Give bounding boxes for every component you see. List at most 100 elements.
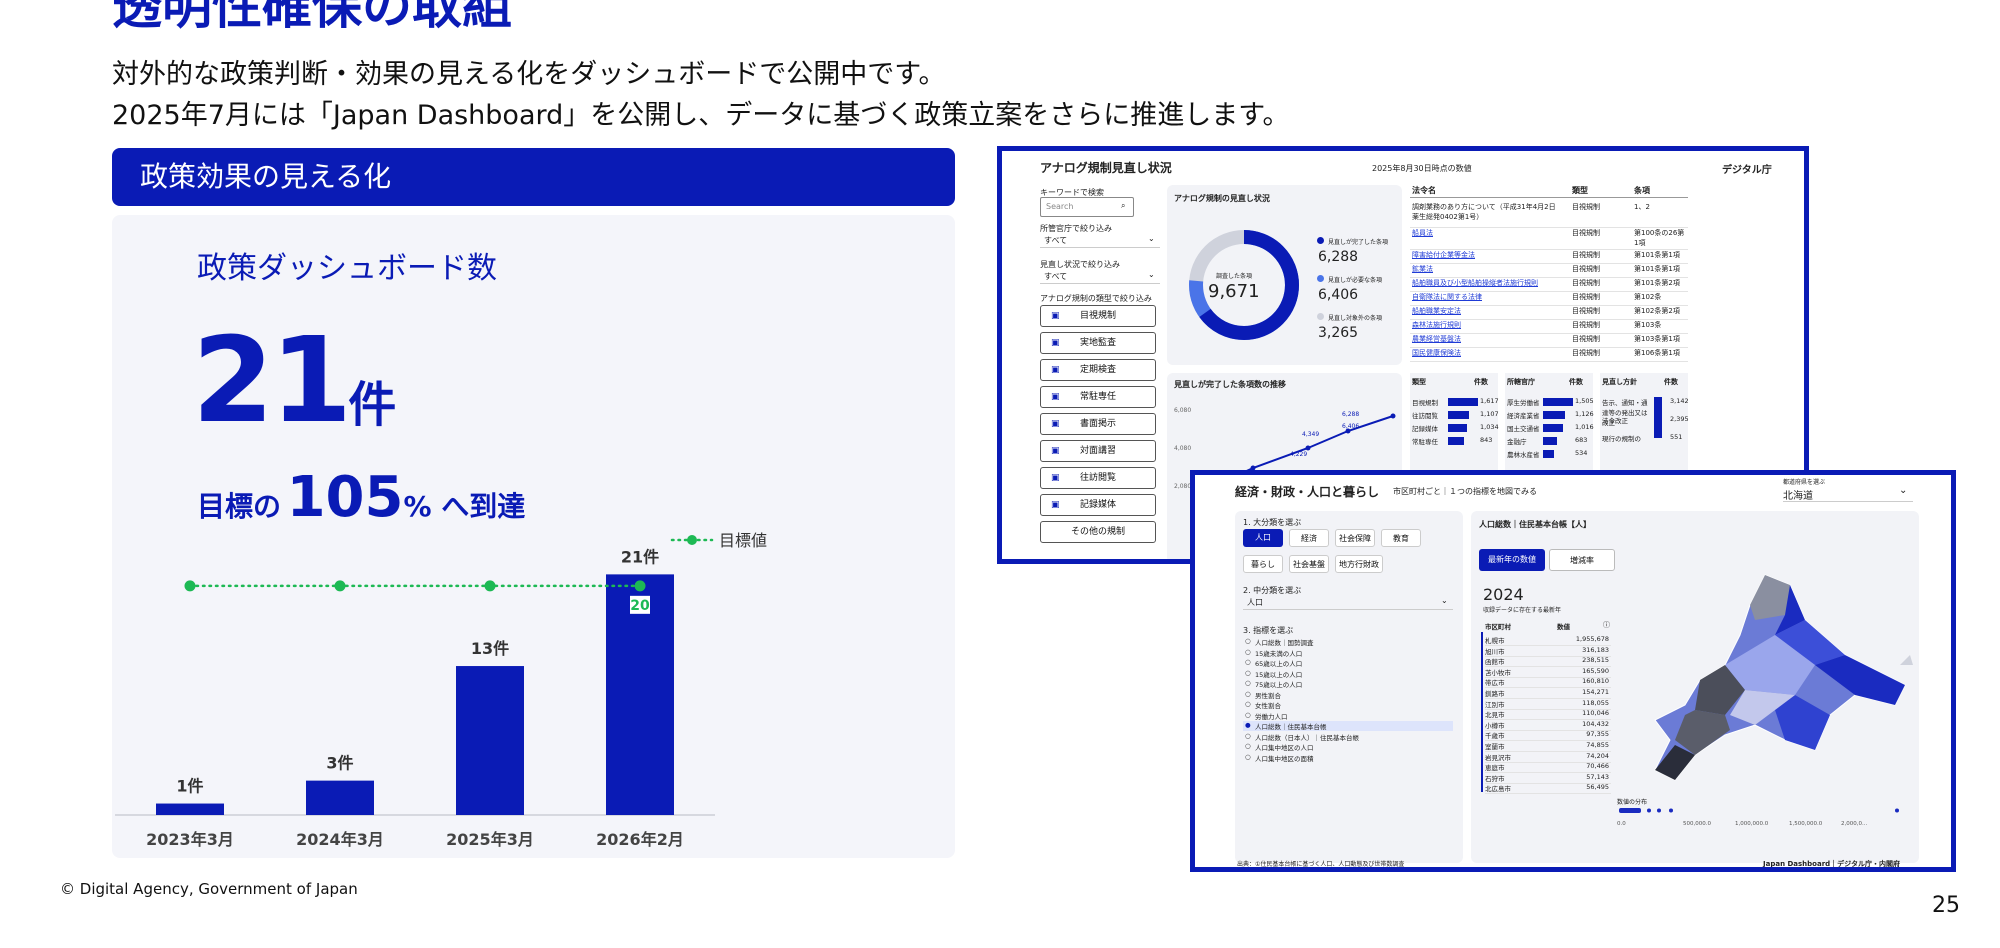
indicator-option[interactable]: ○ 15歳以上の人口 [1243,669,1453,679]
keyword-search-input[interactable]: Search ⌕ [1040,197,1134,217]
city-table-row[interactable]: 恵庭市 70,466 [1485,762,1611,774]
category-chip[interactable]: 教育 [1381,529,1421,547]
city-table-row[interactable]: 札幌市 1,955,678 [1485,635,1611,646]
city-table-row[interactable]: 岩見沢市 74,204 [1485,752,1611,763]
japan-dashboard-screenshot: 経済・財政・人口と暮らし 市区町村ごと｜１つの指標を地図でみる 都道府県を選ぶ … [1190,470,1956,872]
city-table-row[interactable]: 函館市 238,515 [1485,656,1611,668]
law-name[interactable]: 森林法施行規則 [1412,320,1562,334]
law-table-row[interactable]: 鉱業法 目視規制 第101条第1項 [1410,263,1688,278]
regulation-type-button[interactable]: ▣ 対面講習 [1040,440,1156,462]
indicator-option[interactable]: ● 人口総数｜住民基本台帳 [1243,721,1453,731]
summary-row-value: 1,034 [1480,423,1499,431]
law-name[interactable]: 自衛隊法に関する法律 [1412,292,1562,306]
city-table-row[interactable]: 石狩市 57,143 [1485,773,1611,784]
regulation-type-button[interactable]: ▣ 目視規制 [1040,305,1156,327]
filter2-select[interactable]: すべて ⌄ [1040,269,1160,284]
city-table-row[interactable]: 帯広市 160,810 [1485,677,1611,689]
law-table-row[interactable]: 国民健康保険法 目視規制 第106条第1項 [1410,347,1688,362]
regulation-type-label: 往訪閲覧 [1079,473,1116,483]
category-chip[interactable]: 社会基盤 [1289,555,1329,573]
city-table-row[interactable]: 北見市 110,046 [1485,709,1611,721]
bar-value-label: 1件 [176,777,203,796]
category-chip[interactable]: 地方行財政 [1335,555,1383,573]
law-name[interactable]: 船舶職員及び小型船舶操縦者法施行規則 [1412,278,1562,292]
law-table-row[interactable]: 調剤業務のあり方について（平成31年4月2日薬生総発0402第1号） 目視規制 1、… [1410,201,1688,228]
subcategory-select[interactable]: 人口 ⌄ [1243,595,1453,610]
x-tick-label: 2026年2月 [596,830,684,849]
tab-change-rate[interactable]: 増減率 [1549,549,1615,571]
law-table-row[interactable]: 船舶職員及び小型船舶操縦者法施行規則 目視規制 第101条第2項 [1410,277,1688,292]
indicator-option[interactable]: ○ 人口集中地区の面積 [1243,753,1453,763]
indicator-option[interactable]: ○ 労働力人口 [1243,711,1453,721]
filter1-select[interactable]: すべて ⌄ [1040,233,1160,248]
summary-bar [1543,424,1563,432]
category-chip[interactable]: 人口 [1243,529,1283,547]
law-name[interactable]: 船舶職業安定法 [1412,306,1562,320]
indicator-label: 男性割合 [1255,691,1281,700]
city-table-row[interactable]: 室蘭市 74,855 [1485,741,1611,752]
city-table-row[interactable]: 千歳市 97,355 [1485,730,1611,742]
regulation-type-button[interactable]: ▣ 往訪閲覧 [1040,467,1156,489]
category-chip[interactable]: 経済 [1289,529,1329,547]
chevron-down-icon: ⌄ [1441,596,1448,605]
tab-latest-value[interactable]: 最新年の数値 [1479,549,1545,571]
regulation-type-button[interactable]: ▣ 実地監査 [1040,332,1156,354]
indicator-option[interactable]: ○ 15歳未満の人口 [1243,648,1453,658]
summary-row-label: 法令改正 [1602,417,1628,425]
regulation-type-icon: ▣ [1051,473,1060,483]
city-table-row[interactable]: 旭川市 316,183 [1485,646,1611,657]
hokkaido-choropleth-map[interactable] [1615,565,1915,795]
summary-table-header: 件数 [1474,378,1488,386]
regulation-type-button[interactable]: ▣ 書面掲示 [1040,413,1156,435]
regulation-type-button[interactable]: ▣ 記録媒体 [1040,494,1156,516]
legend-label: 見直しが必要な条項 [1328,277,1383,284]
city-table-row[interactable]: 江別市 118,055 [1485,699,1611,710]
law-name[interactable]: 農業経営基盤法 [1412,334,1562,348]
city-name: 北広島市 [1485,785,1511,794]
filter1-value: すべて [1044,236,1068,245]
law-name[interactable]: 障害給付企業等金法 [1412,250,1562,264]
indicator-option[interactable]: ○ 人口総数｜国勢調査 [1243,637,1453,647]
indicator-option[interactable]: ○ 男性割合 [1243,690,1453,700]
law-type: 目視規制 [1572,349,1600,357]
city-name: 旭川市 [1485,647,1505,656]
law-table-row[interactable]: 森林法施行規則 目視規制 第103条 [1410,319,1688,334]
city-table-row[interactable]: 釧路市 154,271 [1485,688,1611,699]
year-note: 収録データに存在する最新年 [1483,607,1562,614]
filter2-value: すべて [1044,272,1068,281]
indicator-option[interactable]: ○ 65歳以上の人口 [1243,658,1453,668]
target-point [484,580,496,592]
law-table-row[interactable]: 農業経営基盤法 目視規制 第103条第1項 [1410,333,1688,348]
info-icon[interactable]: ⓘ [1603,620,1610,630]
law-name[interactable]: 船員法 [1412,228,1562,250]
city-table-row[interactable]: 小樽市 104,432 [1485,720,1611,731]
regulation-type-button[interactable]: ▣ 定期検査 [1040,359,1156,381]
indicator-option[interactable]: ○ 女性割合 [1243,700,1453,710]
indicator-option[interactable]: ○ 人口集中地区の人口 [1243,742,1453,752]
category-chip[interactable]: 暮らし [1243,555,1283,573]
law-name[interactable]: 国民健康保険法 [1412,348,1562,362]
regulation-type-label: 常駐専任 [1079,392,1116,402]
search-icon: ⌕ [1121,201,1126,210]
indicator-option[interactable]: ○ 75歳以上の人口 [1243,679,1453,689]
dashboard-count-chart: 1件 2023年3月 3件 2024年3月 13件 2025年3月 21件 2026年2月 20… [115,531,767,849]
law-table-row[interactable]: 自衛隊法に関する法律 目視規制 第102条 [1410,291,1688,306]
law-name[interactable]: 鉱業法 [1412,264,1562,278]
indicator-option[interactable]: ○ 人口総数（日本人）｜住民基本台帳 [1243,732,1453,742]
category-chip[interactable]: 社会保障 [1335,529,1375,547]
law-table-row[interactable]: 障害給付企業等金法 目視規制 第101条第1項 [1410,249,1688,264]
regulation-type-button[interactable]: ▣ 常駐専任 [1040,386,1156,408]
law-table-row[interactable]: 船舶職業安定法 目視規制 第102条第2項 [1410,305,1688,320]
city-table-row[interactable]: 苫小牧市 165,590 [1485,667,1611,678]
donut-center-value: 9,671 [1208,281,1260,302]
law-clause: 第103条第1項 [1634,335,1680,343]
goal-suffix: % へ到達 [403,490,526,523]
shot1-org: デジタル庁 [1722,165,1772,176]
trend-axis-label: 4,080 [1174,445,1192,452]
pref-select[interactable]: 北海道 ⌄ [1783,485,1913,502]
law-table-row[interactable]: 船員法 目視規制 第100条の26第1項 [1410,227,1688,250]
source-note: 出典：①住民基本台帳に基づく人口、人口動態及び世帯数調査 [1237,861,1405,868]
law-type: 目視規制 [1572,251,1600,259]
city-table-row[interactable]: 北広島市 56,495 [1485,783,1611,795]
regulation-type-button[interactable]: その他の規制 [1040,521,1156,543]
